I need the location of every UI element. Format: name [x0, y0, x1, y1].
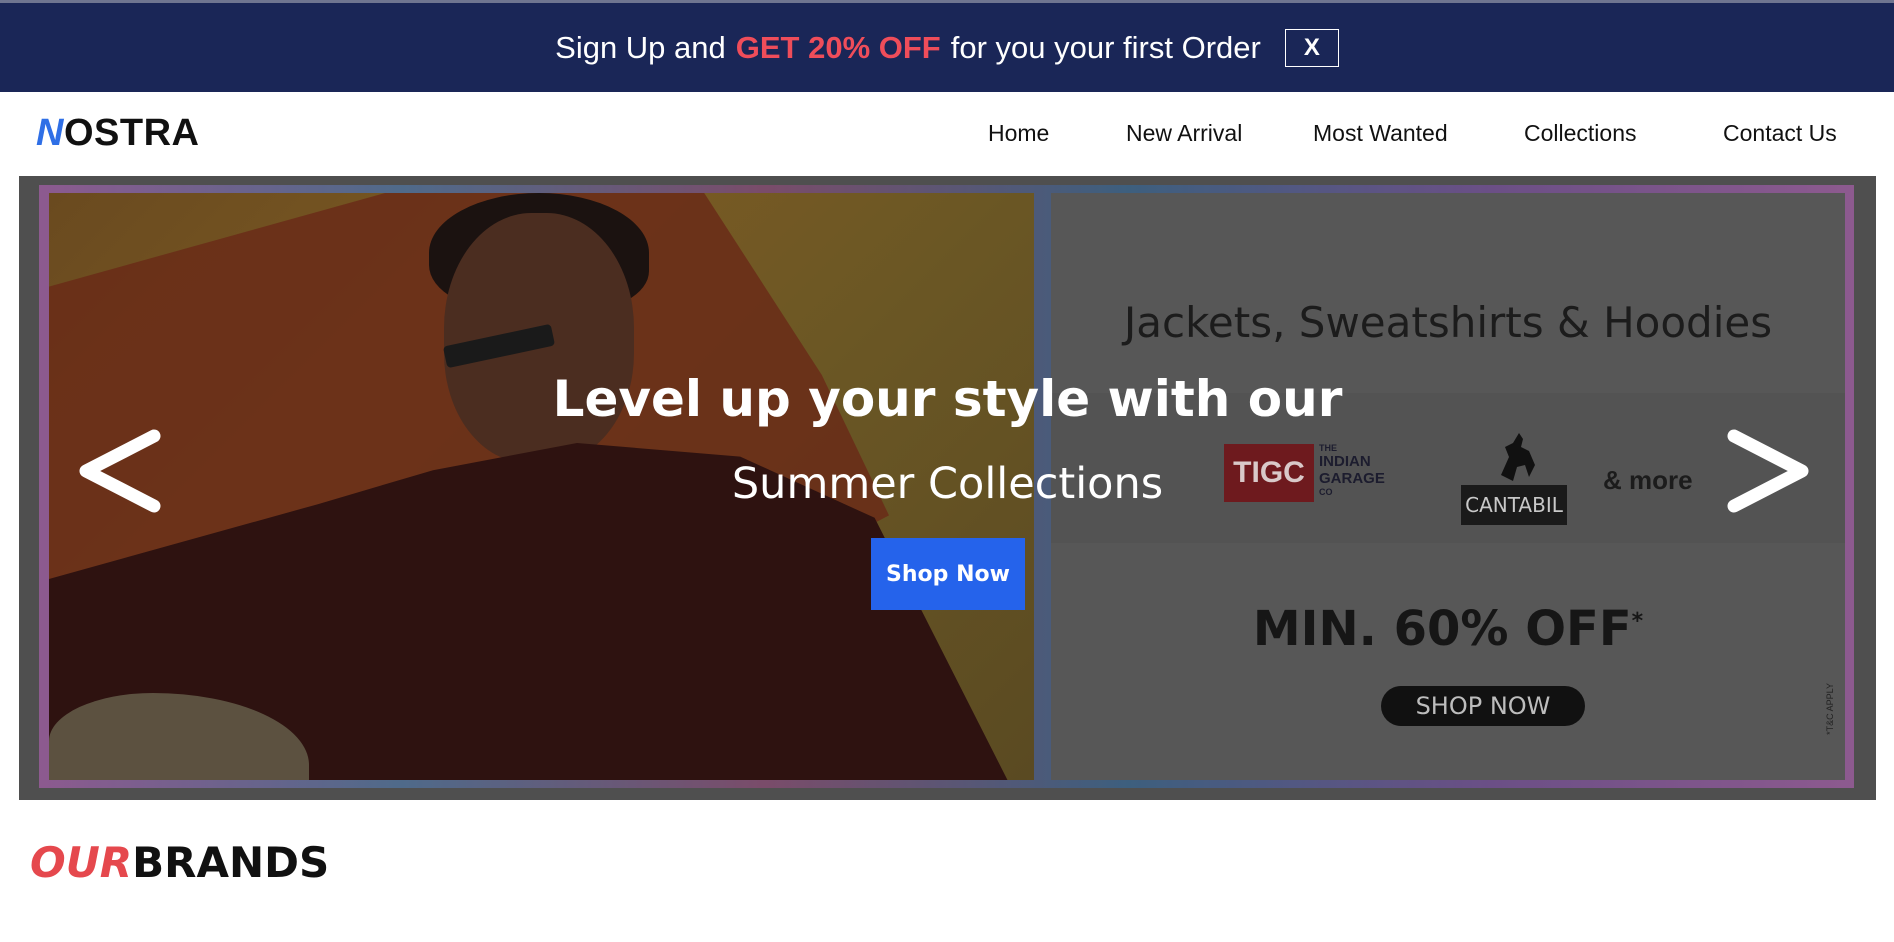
- heading-accent: OUR: [30, 838, 133, 887]
- nav-contact-us[interactable]: Contact Us: [1723, 120, 1837, 147]
- nav-new-arrival[interactable]: New Arrival: [1126, 120, 1242, 147]
- chevron-right-icon[interactable]: [1714, 421, 1814, 521]
- promo-text-before: Sign Up and: [555, 29, 726, 65]
- hero-carousel: Jackets, Sweatshirts & Hoodies TIGC THE …: [19, 176, 1876, 800]
- nav-home[interactable]: Home: [988, 120, 1049, 147]
- heading-rest: BRANDS: [132, 838, 330, 887]
- promo-text: Sign Up and GET 20% OFF for you your fir…: [555, 30, 1261, 66]
- banner-heading: Jackets, Sweatshirts & Hoodies: [1123, 298, 1773, 347]
- banner-offer-text: MIN. 60% OFF: [1252, 601, 1632, 657]
- brand-line: THE: [1319, 443, 1337, 453]
- chevron-left-icon[interactable]: [74, 421, 174, 521]
- hero-subtitle: Summer Collections: [731, 459, 1164, 509]
- banner-offer: MIN. 60% OFF*: [1051, 601, 1845, 657]
- promo-close-button[interactable]: X: [1284, 28, 1339, 67]
- panel-band-bottom: [1051, 543, 1845, 780]
- our-brands-heading: OURBRANDS: [30, 838, 329, 887]
- banner-terms: *T&C APPLY: [1825, 683, 1835, 735]
- hero-title: Level up your style with our: [552, 370, 1343, 428]
- nav-most-wanted[interactable]: Most Wanted: [1313, 120, 1448, 147]
- banner-shop-now: SHOP NOW: [1381, 686, 1585, 726]
- banner-offer-mark: *: [1631, 609, 1644, 634]
- site-logo[interactable]: NOSTRA: [36, 112, 199, 155]
- logo-first-letter: N: [36, 112, 64, 154]
- top-navigation: NOSTRA Home New Arrival Most Wanted Coll…: [0, 92, 1894, 176]
- shop-now-button[interactable]: Shop Now: [871, 538, 1025, 610]
- logo-rest: OSTRA: [63, 112, 200, 154]
- nav-collections[interactable]: Collections: [1524, 120, 1637, 147]
- promo-banner: Sign Up and GET 20% OFF for you your fir…: [0, 0, 1894, 92]
- promo-highlight: GET 20% OFF: [735, 29, 941, 65]
- panel-band-top: [1051, 193, 1845, 393]
- promo-text-after: for you your first Order: [950, 29, 1261, 65]
